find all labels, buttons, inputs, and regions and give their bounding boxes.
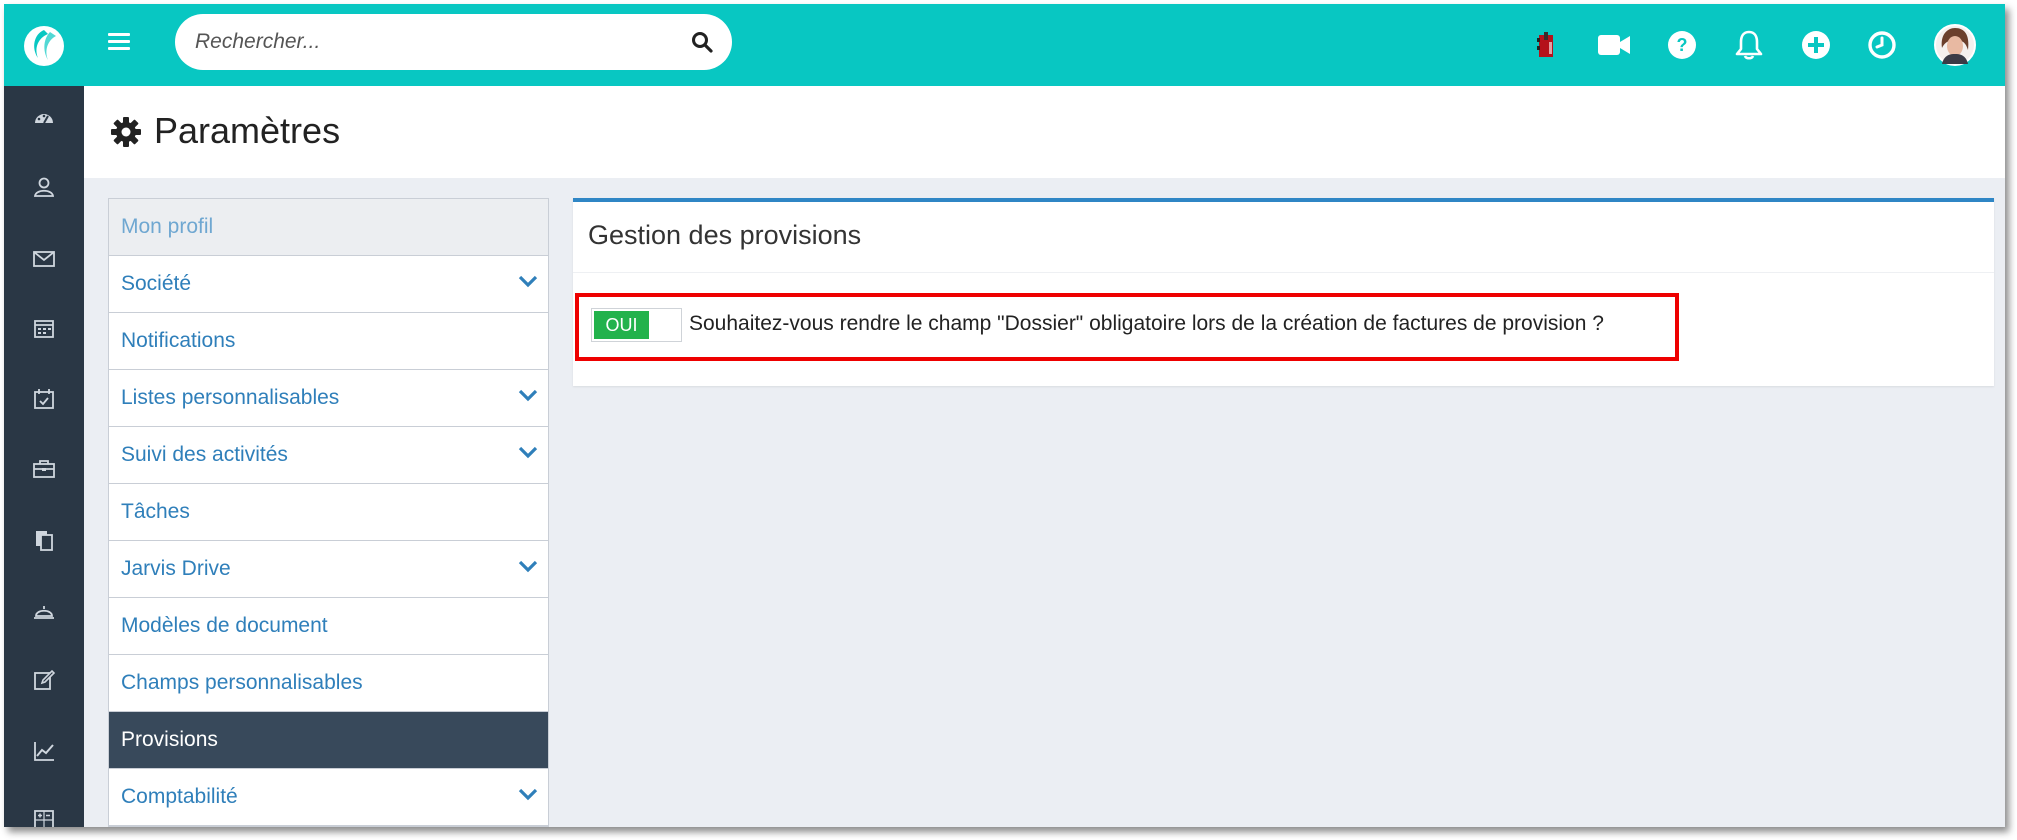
dossier-required-toggle[interactable]: OUI <box>591 308 682 342</box>
chart-icon[interactable] <box>4 731 84 771</box>
chevron-down-icon <box>518 788 538 801</box>
menu-item-listes-personnalisables[interactable]: Listes personnalisables <box>109 370 548 427</box>
video-icon[interactable] <box>1592 23 1636 67</box>
menu-item-comptabilite[interactable]: Comptabilité <box>109 769 548 826</box>
menu-item-taches[interactable]: Tâches <box>109 484 548 541</box>
menu-item-label: Société <box>121 272 192 295</box>
app-logo-icon[interactable] <box>22 24 66 68</box>
tasks-calendar-icon[interactable] <box>4 379 84 419</box>
menu-item-label: Suivi des activités <box>121 443 288 466</box>
menu-item-jarvis-drive[interactable]: Jarvis Drive <box>109 541 548 598</box>
chevron-down-icon <box>518 275 538 288</box>
calendar-icon[interactable] <box>4 308 84 348</box>
main-sidebar <box>4 86 84 827</box>
menu-item-champs-personnalisables[interactable]: Champs personnalisables <box>109 655 548 712</box>
edit-icon[interactable] <box>4 660 84 700</box>
menu-item-label: Champs personnalisables <box>121 671 363 694</box>
mail-icon[interactable] <box>4 239 84 279</box>
briefcase-icon[interactable] <box>4 449 84 489</box>
chevron-down-icon <box>518 446 538 459</box>
menu-toggle-button[interactable] <box>108 33 130 55</box>
menu-item-label: Provisions <box>121 728 218 751</box>
menu-item-label: Listes personnalisables <box>121 386 340 409</box>
help-icon[interactable]: ? <box>1660 23 1704 67</box>
menu-item-notifications[interactable]: Notifications <box>109 313 548 370</box>
search-bar <box>175 14 732 70</box>
settings-menu: Mon profil Société Notifications Listes … <box>108 198 549 827</box>
menu-item-societe[interactable]: Société <box>109 256 548 313</box>
menu-item-modeles-de-document[interactable]: Modèles de document <box>109 598 548 655</box>
svg-text:?: ? <box>1677 35 1688 55</box>
toggle-on-label: OUI <box>594 311 649 339</box>
menu-item-suivi-des-activites[interactable]: Suivi des activités <box>109 427 548 484</box>
search-input[interactable] <box>195 30 690 54</box>
calculator-icon[interactable] <box>4 800 84 827</box>
contacts-icon[interactable] <box>4 167 84 207</box>
agenda-icon[interactable] <box>1525 23 1569 67</box>
app-window: ? <box>4 4 2005 827</box>
provisions-panel: Gestion des provisions OUI Souhaitez-vou… <box>573 198 1994 386</box>
menu-item-mon-profil[interactable]: Mon profil <box>109 199 548 256</box>
menu-item-label: Notifications <box>121 329 236 352</box>
page-header: Paramètres <box>84 86 2005 178</box>
menu-item-label: Modèles de document <box>121 614 328 637</box>
clock-icon[interactable] <box>1860 23 1904 67</box>
menu-item-provisions[interactable]: Provisions <box>109 712 548 769</box>
page-title: Paramètres <box>154 110 341 151</box>
panel-title: Gestion des provisions <box>588 220 862 250</box>
documents-icon[interactable] <box>4 520 84 560</box>
bell-icon[interactable] <box>1727 23 1771 67</box>
panel-divider <box>573 272 1994 273</box>
menu-item-label: Comptabilité <box>121 785 238 808</box>
reception-bell-icon[interactable] <box>4 590 84 630</box>
search-icon[interactable] <box>690 30 714 54</box>
chevron-down-icon <box>518 389 538 402</box>
menu-item-label: Jarvis Drive <box>121 557 231 580</box>
setting-question: Souhaitez-vous rendre le champ "Dossier"… <box>689 312 1604 335</box>
top-icon-bar: ? <box>1525 23 2005 67</box>
add-icon[interactable] <box>1794 23 1838 67</box>
user-avatar[interactable] <box>1933 23 1977 67</box>
chevron-down-icon <box>518 560 538 573</box>
menu-item-label: Mon profil <box>121 215 214 238</box>
gear-icon <box>111 117 141 147</box>
menu-item-label: Tâches <box>121 500 190 523</box>
top-bar: ? <box>4 4 2005 86</box>
dashboard-icon[interactable] <box>4 98 84 138</box>
